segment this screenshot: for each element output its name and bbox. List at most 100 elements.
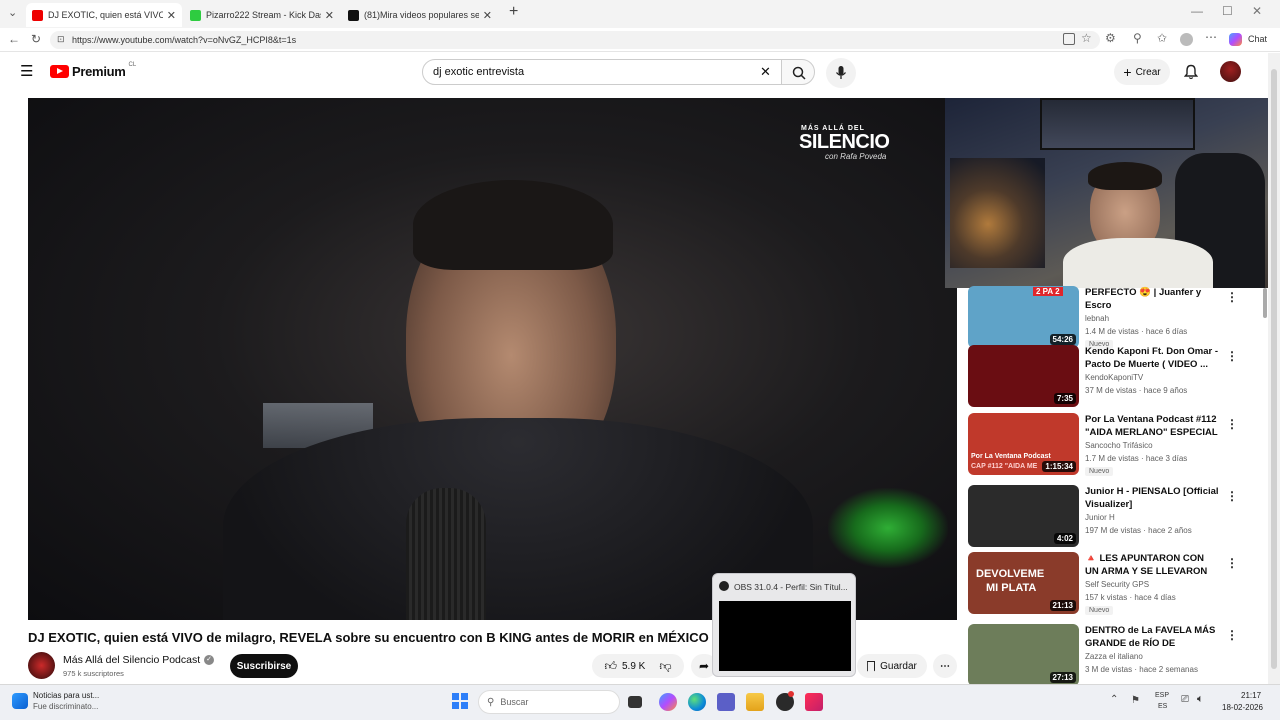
task-view-icon[interactable] [628,696,642,708]
copilot-app-icon[interactable] [659,693,677,711]
tab-kick[interactable]: Pizarro222 Stream - Kick Dashboa ✕ [184,3,340,27]
close-window-icon[interactable]: ✕ [1252,4,1262,18]
minimize-icon[interactable]: — [1191,4,1203,18]
page-scrollbar[interactable] [1268,53,1280,684]
voice-search-button[interactable] [826,58,856,88]
recommendation-thumbnail[interactable]: 7:35 [968,345,1079,407]
favorite-star-icon[interactable]: ☆ [1081,31,1092,45]
network-icon[interactable]: ⎚ [1181,694,1189,705]
kebab-menu-icon[interactable]: ⋮ [1226,417,1238,431]
new-tab-plus-icon[interactable]: + [509,3,518,21]
volume-icon[interactable]: 🔈︎ [1197,693,1204,706]
tray-overflow-chevron-icon[interactable]: ⌃ [1110,694,1118,705]
more-actions-button[interactable]: ⋯ [933,654,957,678]
back-icon[interactable]: ← [8,32,20,46]
recommendation-channel[interactable]: Zazza el italiano [1085,652,1143,661]
recommendation-channel[interactable]: Self Security GPS [1085,580,1149,589]
clock-time[interactable]: 21:17 [1241,691,1261,700]
channel-watermark: MÁS ALLÁ DEL SILENCIO con Rafa Poveda [781,125,890,161]
page-scrollbar-thumb[interactable] [1271,69,1277,669]
search-button[interactable] [781,59,815,85]
webcam-streamer-hair [1088,162,1162,190]
recommendation-channel[interactable]: KendoKaponiTV [1085,373,1143,382]
recommendation-thumbnail[interactable]: 4:02 [968,485,1079,547]
dislike-button[interactable]: 👎︎ [659,659,671,674]
recommendation-title[interactable]: 🔺 LES APUNTARON CON UN ARMA Y SE LLEVARO… [1085,552,1220,578]
kebab-menu-icon[interactable]: ⋮ [1226,628,1238,642]
recommendation-item[interactable]: 7:35 Kendo Kaponi Ft. Don Omar - Pacto De… [968,345,1258,407]
file-explorer-icon[interactable] [746,693,764,711]
split-screen-icon[interactable] [1063,33,1075,45]
recommendation-item[interactable]: 1:15:34 Por La Ventana Podcast CAP #112 "A… [968,413,1258,476]
recommendation-item[interactable]: 4:02 Junior H - PIENSALO [Official Visual… [968,485,1258,547]
chat-label[interactable]: Chat [1248,34,1267,44]
windows-start-icon[interactable] [452,693,468,709]
recommendation-channel[interactable]: lebnah [1085,314,1109,323]
clear-search-icon[interactable]: ✕ [760,64,771,80]
like-button[interactable]: 👍︎ 5.9 K [604,659,645,674]
tab-list-chevron-icon[interactable]: ⌄ [8,6,17,19]
weather-news-icon[interactable] [12,693,28,709]
recommendation-channel[interactable]: Sancocho Trifásico [1085,441,1153,450]
language-indicator-bottom[interactable]: ES [1158,703,1167,710]
recommendation-channel[interactable]: Junior H [1085,513,1115,522]
site-info-icon[interactable]: ⊡ [57,34,65,45]
recommendation-title[interactable]: Por La Ventana Podcast #112 "AIDA MERLAN… [1085,413,1220,439]
save-button[interactable]: Guardar [857,654,927,678]
extensions-icon[interactable]: ⚙ [1105,31,1116,45]
recommendation-thumbnail[interactable]: 27:13 [968,624,1079,686]
recommendation-thumbnail[interactable]: 54:26 2 PA 2 [968,286,1079,348]
recommendation-thumbnail[interactable]: 21:13 DEVOLVEME MI PLATA [968,552,1079,614]
thumbnail-overlay-text: Por La Ventana Podcast [971,453,1051,460]
recommendation-title[interactable]: DENTRO de La FAVELA MÁS GRANDE de RÍO DE… [1085,624,1220,650]
tiktok-app-icon[interactable] [805,693,823,711]
hamburger-menu-icon[interactable]: ☰ [20,62,33,80]
recommendation-item[interactable]: 21:13 DEVOLVEME MI PLATA 🔺 LES APUNTARON CO… [968,552,1258,615]
kebab-menu-icon[interactable]: ⋮ [1226,349,1238,363]
performance-icon[interactable]: ⚲ [1133,31,1142,45]
recommendation-title[interactable]: Kendo Kaponi Ft. Don Omar - Pacto De Mue… [1085,345,1220,371]
edge-browser-icon[interactable] [688,693,706,711]
video-player[interactable]: MÁS ALLÁ DEL SILENCIO con Rafa Poveda [28,98,957,620]
video-duration: 4:02 [1053,533,1076,544]
search-input[interactable]: dj exotic entrevista ✕ [422,59,782,85]
recommendation-title[interactable]: PERFECTO 😍 | Juanfer y Escro [1085,286,1220,312]
kebab-menu-icon[interactable]: ⋮ [1226,290,1238,304]
copilot-icon[interactable] [1229,33,1242,46]
notifications-bell-icon[interactable] [1184,64,1198,80]
favorites-icon[interactable]: ✩ [1157,31,1167,45]
recommendation-item[interactable]: 27:13 DENTRO de La FAVELA MÁS GRANDE de R… [968,624,1258,686]
news-widget-line1[interactable]: Noticias para ust... [33,691,99,700]
create-button[interactable]: + Crear [1114,59,1170,85]
close-icon[interactable]: ✕ [325,9,334,22]
tab-tiktok[interactable]: (81)Mira videos populares selecci ✕ [342,3,498,27]
recommendation-item[interactable]: 54:26 2 PA 2 PERFECTO 😍 | Juanfer y Escro l… [968,286,1258,349]
recommendation-title[interactable]: Junior H - PIENSALO [Official Visualizer… [1085,485,1220,511]
teams-icon[interactable] [717,693,735,711]
kebab-menu-icon[interactable]: ⋮ [1226,489,1238,503]
close-icon[interactable]: ✕ [167,9,176,22]
language-indicator-top[interactable]: ESP [1155,692,1169,699]
subscribe-button[interactable]: Suscribirse [230,654,298,678]
channel-name[interactable]: Más Allá del Silencio Podcast [63,654,200,666]
channel-avatar[interactable] [28,652,55,679]
recommendation-thumbnail[interactable]: 1:15:34 Por La Ventana Podcast CAP #112 "A… [968,413,1079,475]
account-avatar[interactable] [1220,61,1241,82]
tray-app-icon[interactable]: ⚑ [1131,695,1140,706]
obs-preview-popup[interactable]: OBS 31.0.4 - Perfil: Sin Títul... [712,573,856,677]
url-field[interactable]: ⊡ https://www.youtube.com/watch?v=oNvGZ_… [50,31,1100,49]
tab-youtube[interactable]: DJ EXOTIC, quien está VIVO de mi ✕ [26,3,182,27]
clock-date[interactable]: 18-02-2026 [1222,703,1263,712]
close-icon[interactable]: ✕ [483,9,492,22]
news-widget-line2[interactable]: Fue discriminato... [33,702,98,711]
maximize-icon[interactable]: ☐ [1222,4,1233,18]
youtube-premium-logo[interactable]: Premium CL [50,62,136,79]
taskbar-search-box[interactable]: ⚲ Buscar [478,690,620,714]
more-menu-icon[interactable]: ⋯ [1205,30,1217,44]
plus-icon: + [1123,64,1132,80]
kebab-menu-icon[interactable]: ⋮ [1226,556,1238,570]
profile-avatar-icon[interactable] [1180,33,1193,46]
recs-scrollbar[interactable] [1263,288,1267,318]
subscriber-count: 975 k suscriptores [63,669,124,678]
refresh-icon[interactable]: ↻ [31,32,41,46]
